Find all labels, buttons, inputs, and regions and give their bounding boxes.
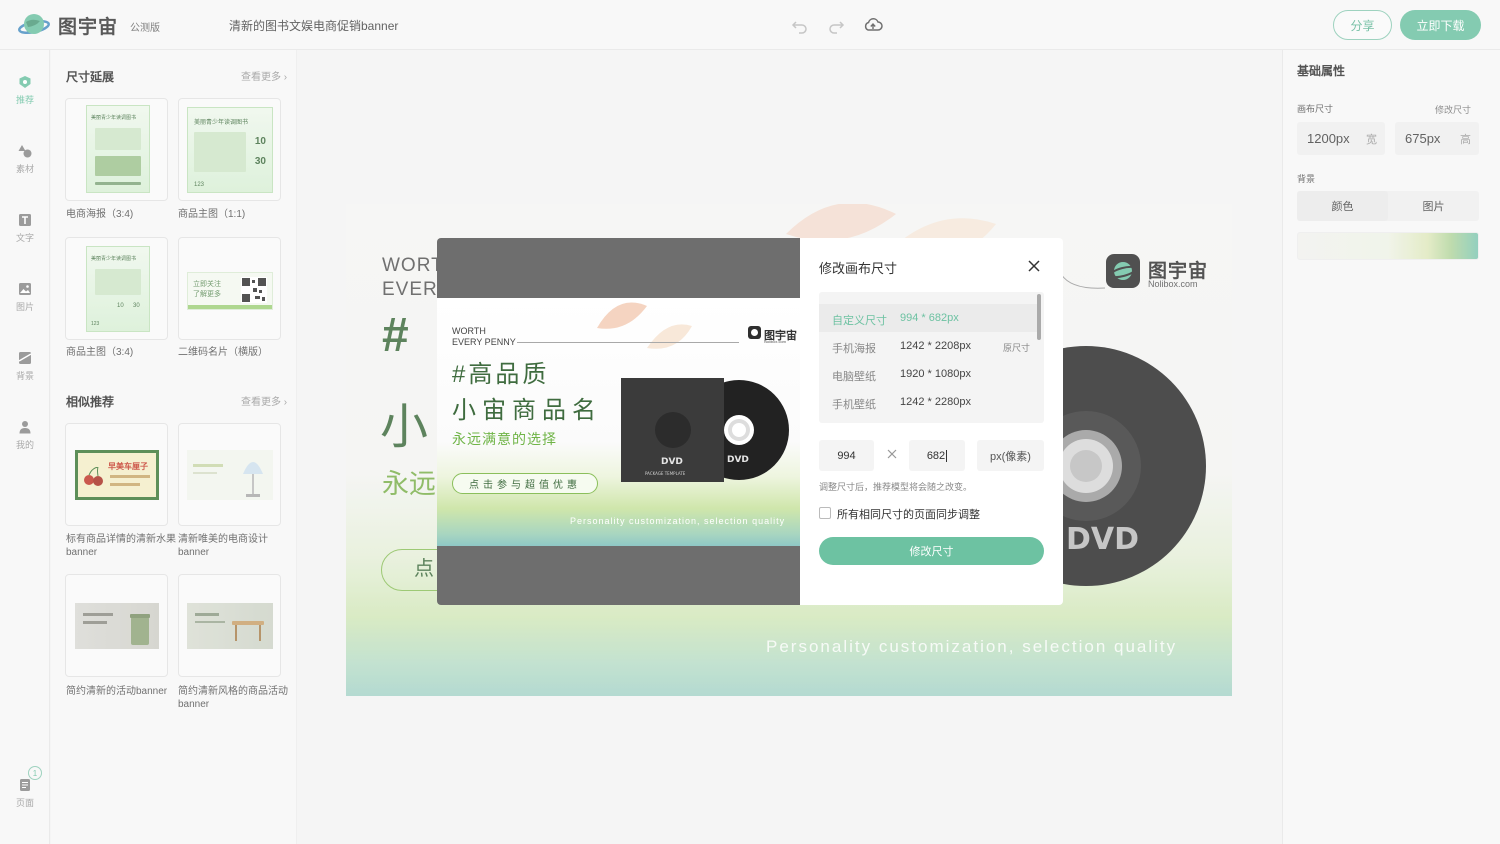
preset-phone-wallpaper[interactable]: 手机壁纸 1242 * 2280px <box>819 388 1037 416</box>
resize-canvas-dialog: 修改画布尺寸 自定义尺寸 994 * 682px 手机海报 1242 * 220… <box>800 238 1063 605</box>
worth-line: WORTH <box>452 326 486 336</box>
preview-banner: WORTH EVERY PENNY #高品质 小宙商品名 永远满意的选择 点击参… <box>437 298 800 546</box>
dvd-label: DVD <box>661 457 683 467</box>
multiply-icon <box>887 449 897 459</box>
unit-select[interactable]: px(像素) <box>977 440 1044 471</box>
preview-quality-text: Personality customization, selection qua… <box>570 516 786 526</box>
preset-size: 1920 * 1080px <box>900 368 971 380</box>
height-input[interactable]: 682 <box>909 440 965 471</box>
preset-custom-size[interactable]: 自定义尺寸 994 * 682px <box>819 304 1037 332</box>
preset-name: 手机海报 <box>832 343 876 355</box>
dialog-title: 修改画布尺寸 <box>819 261 898 276</box>
preset-list-scrollbar[interactable] <box>1037 294 1041 340</box>
width-input-value: 994 <box>837 449 856 462</box>
preview-dvd-package: DVD PACKAGE TEMPLATE DVD <box>621 378 789 482</box>
preview-logo-url: Nolibox.com <box>764 339 787 344</box>
resize-preview-pane: WORTH EVERY PENNY #高品质 小宙商品名 永远满意的选择 点击参… <box>437 238 800 605</box>
preview-leaf-decoration <box>597 302 692 349</box>
width-input[interactable]: 994 <box>819 440 874 471</box>
preset-size: 1242 * 2208px <box>900 340 971 352</box>
original-size-tag: 原尺寸 <box>1003 343 1031 353</box>
unit-label: px(像素) <box>990 450 1031 463</box>
worth-line: EVERY PENNY <box>452 337 516 347</box>
brand-logo-icon <box>748 326 761 339</box>
sync-pages-label[interactable]: 所有相同尺寸的页面同步调整 <box>837 506 980 522</box>
preview-worth-text: WORTH EVERY PENNY <box>452 326 516 348</box>
preset-size: 1242 * 2280px <box>900 396 971 408</box>
preview-headline-2: 小宙商品名 <box>452 397 602 424</box>
preview-divider <box>517 342 739 343</box>
preset-name: 自定义尺寸 <box>832 315 887 327</box>
package-label: PACKAGE TEMPLATE <box>645 471 686 476</box>
preview-subline: 永远满意的选择 <box>452 431 557 447</box>
apply-resize-button[interactable]: 修改尺寸 <box>819 537 1044 565</box>
resize-hint: 调整尺寸后，推荐模型将会随之改变。 <box>819 482 973 492</box>
preview-logo: 图宇宙 Nolibox.com <box>748 326 797 344</box>
text-cursor <box>946 449 948 462</box>
preset-desktop-wallpaper[interactable]: 电脑壁纸 1920 * 1080px <box>819 360 1037 388</box>
preview-headline-1: #高品质 <box>452 361 550 388</box>
preset-name: 电脑壁纸 <box>832 371 876 383</box>
preset-size: 994 * 682px <box>900 312 959 324</box>
size-preset-list[interactable]: 自定义尺寸 994 * 682px 手机海报 1242 * 2208px 原尺寸… <box>819 292 1044 423</box>
height-input-value: 682 <box>926 449 946 462</box>
preset-phone-poster[interactable]: 手机海报 1242 * 2208px 原尺寸 <box>819 332 1037 360</box>
preview-cta: 点击参与超值优惠 <box>452 473 598 494</box>
preset-name: 手机壁纸 <box>832 399 876 411</box>
sync-pages-checkbox[interactable] <box>819 507 831 519</box>
dvd-label: DVD <box>727 455 749 465</box>
close-icon[interactable] <box>1026 258 1042 274</box>
